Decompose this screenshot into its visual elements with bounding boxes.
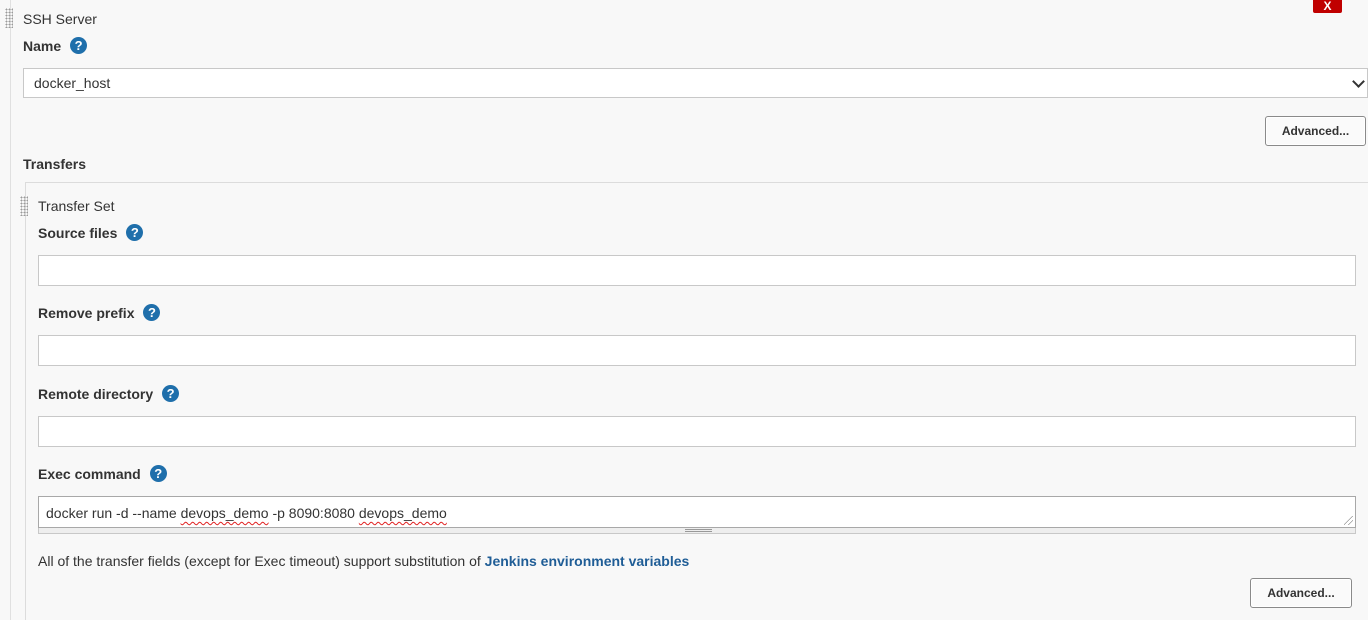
transfer-set-title: Transfer Set <box>38 198 115 214</box>
exec-command-text-part: -p 8090:8080 <box>268 505 359 521</box>
ssh-server-section-title: SSH Server <box>23 11 97 27</box>
exec-command-textarea[interactable]: docker run -d --name devops_demo -p 8090… <box>38 496 1356 528</box>
selected-server-value: docker_host <box>34 75 111 91</box>
remote-directory-label: Remote directory ? <box>38 385 180 402</box>
ssh-server-name-select[interactable]: docker_host <box>23 68 1368 98</box>
help-question-icon[interactable]: ? <box>126 224 144 241</box>
name-label-text: Name <box>23 37 62 54</box>
exec-command-label-text: Exec command <box>38 465 141 482</box>
remote-directory-input[interactable] <box>38 416 1356 447</box>
transfers-title: Transfers <box>23 156 87 172</box>
expand-grip-icon <box>685 529 712 532</box>
ssh-server-config-panel: SSH Server X Name ? docker_host Advanced… <box>0 0 1368 620</box>
outer-border-line <box>10 0 11 620</box>
exec-command-label: Exec command ? <box>38 465 167 482</box>
help-question-icon[interactable]: ? <box>70 37 88 54</box>
name-field-label: Name ? <box>23 37 88 54</box>
remove-prefix-label-text: Remove prefix <box>38 304 135 321</box>
jenkins-env-vars-link[interactable]: Jenkins environment variables <box>485 553 690 569</box>
drag-handle-icon[interactable] <box>20 196 28 216</box>
remote-directory-label-text: Remote directory <box>38 385 154 402</box>
source-files-label-text: Source files <box>38 224 118 241</box>
substitution-info-text: All of the transfer fields (except for E… <box>38 553 689 569</box>
exec-command-container-name: devops_demo <box>180 505 269 521</box>
source-files-label: Source files ? <box>38 224 144 241</box>
transfer-set-advanced-button[interactable]: Advanced... <box>1250 578 1352 608</box>
help-question-icon[interactable]: ? <box>162 385 180 402</box>
textarea-expand-bar[interactable] <box>38 528 1356 534</box>
source-files-input[interactable] <box>38 255 1356 286</box>
drag-handle-icon[interactable] <box>5 8 13 28</box>
remove-prefix-label: Remove prefix ? <box>38 304 161 321</box>
remove-prefix-input[interactable] <box>38 335 1356 366</box>
ssh-server-advanced-button[interactable]: Advanced... <box>1265 116 1366 146</box>
help-question-icon[interactable]: ? <box>149 465 167 482</box>
exec-command-image-name: devops_demo <box>358 505 447 521</box>
delete-ssh-server-button[interactable]: X <box>1313 0 1342 13</box>
resize-grip-icon[interactable] <box>1344 516 1353 525</box>
info-text: All of the transfer fields (except for E… <box>38 553 485 569</box>
help-question-icon[interactable]: ? <box>143 304 161 321</box>
exec-command-text-part: docker run -d --name <box>46 505 181 521</box>
